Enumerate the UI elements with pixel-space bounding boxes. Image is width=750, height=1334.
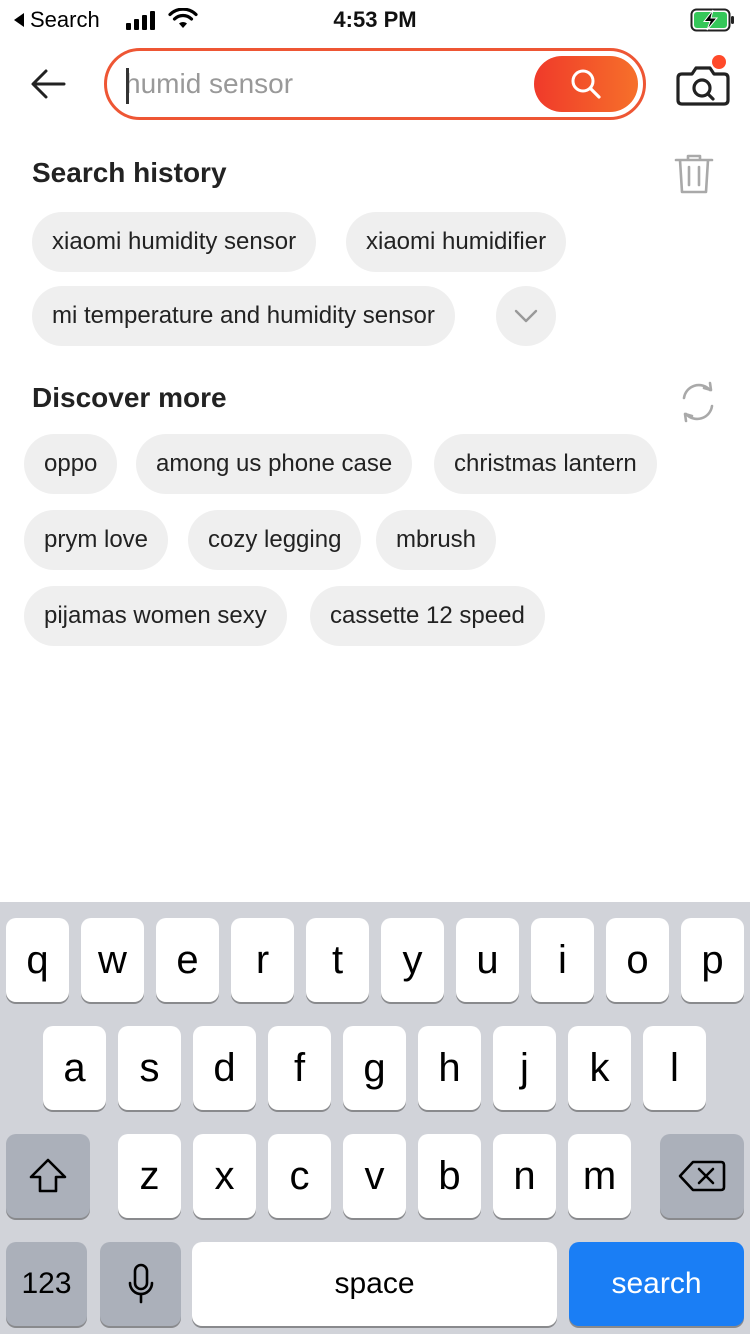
discover-chip[interactable]: among us phone case	[136, 434, 413, 494]
key-d[interactable]: d	[193, 1026, 256, 1110]
shift-icon	[29, 1158, 67, 1193]
dictation-key[interactable]	[100, 1242, 181, 1326]
key-w[interactable]: w	[81, 918, 144, 1002]
history-chip[interactable]: mi temperature and humidity sensor	[32, 286, 455, 346]
microphone-icon	[128, 1263, 153, 1304]
search-bar	[104, 48, 646, 120]
discover-chip[interactable]: cassette 12 speed	[310, 586, 545, 646]
key-m[interactable]: m	[568, 1134, 631, 1218]
discover-chip[interactable]: prym love	[24, 510, 169, 570]
status-time: 4:53 PM	[333, 7, 417, 32]
key-z[interactable]: z	[118, 1134, 181, 1218]
keyboard-search-key[interactable]: search	[569, 1242, 744, 1326]
key-q[interactable]: q	[6, 918, 69, 1002]
key-h[interactable]: h	[418, 1026, 481, 1110]
discover-chip[interactable]: oppo	[24, 434, 118, 494]
key-g[interactable]: g	[343, 1026, 406, 1110]
shift-key[interactable]	[6, 1134, 90, 1218]
space-key[interactable]: space	[192, 1242, 557, 1326]
history-chip[interactable]: xiaomi humidifier	[346, 212, 567, 272]
notification-dot	[712, 55, 726, 69]
key-s[interactable]: s	[118, 1026, 181, 1110]
key-e[interactable]: e	[156, 918, 219, 1002]
key-u[interactable]: u	[456, 918, 519, 1002]
text-caret	[126, 68, 129, 104]
chevron-down-icon	[514, 309, 538, 323]
key-r[interactable]: r	[231, 918, 294, 1002]
search-icon	[571, 69, 601, 99]
key-c[interactable]: c	[268, 1134, 331, 1218]
key-k[interactable]: k	[568, 1026, 631, 1110]
key-b[interactable]: b	[418, 1134, 481, 1218]
discover-more-title: Discover more	[32, 382, 227, 413]
delete-icon	[678, 1160, 726, 1192]
expand-history-button[interactable]	[496, 286, 556, 346]
keyboard: q w e r t y u i o p a s d f g h j k l z …	[0, 902, 750, 1334]
status-bar: Search 4:53 PM	[0, 0, 750, 40]
key-p[interactable]: p	[681, 918, 744, 1002]
key-a[interactable]: a	[43, 1026, 106, 1110]
key-o[interactable]: o	[606, 918, 669, 1002]
search-button[interactable]	[534, 56, 638, 112]
discover-chip[interactable]: cozy legging	[188, 510, 362, 570]
delete-key[interactable]	[660, 1134, 744, 1218]
key-y[interactable]: y	[381, 918, 444, 1002]
search-history-title: Search history	[32, 157, 227, 188]
trash-icon[interactable]	[672, 152, 716, 196]
refresh-icon[interactable]	[676, 380, 720, 424]
discover-chip[interactable]: mbrush	[376, 510, 497, 570]
key-v[interactable]: v	[343, 1134, 406, 1218]
key-n[interactable]: n	[493, 1134, 556, 1218]
key-l[interactable]: l	[643, 1026, 706, 1110]
history-chip[interactable]: xiaomi humidity sensor	[32, 212, 317, 272]
back-arrow-icon[interactable]	[26, 62, 70, 106]
search-input[interactable]	[125, 61, 525, 107]
discover-chip[interactable]: pijamas women sexy	[24, 586, 287, 646]
key-f[interactable]: f	[268, 1026, 331, 1110]
key-x[interactable]: x	[193, 1134, 256, 1218]
key-t[interactable]: t	[306, 918, 369, 1002]
key-i[interactable]: i	[531, 918, 594, 1002]
numbers-key[interactable]: 123	[6, 1242, 87, 1326]
discover-chip[interactable]: christmas lantern	[434, 434, 657, 494]
key-j[interactable]: j	[493, 1026, 556, 1110]
battery-charging-icon	[690, 8, 734, 32]
search-header	[0, 46, 750, 122]
